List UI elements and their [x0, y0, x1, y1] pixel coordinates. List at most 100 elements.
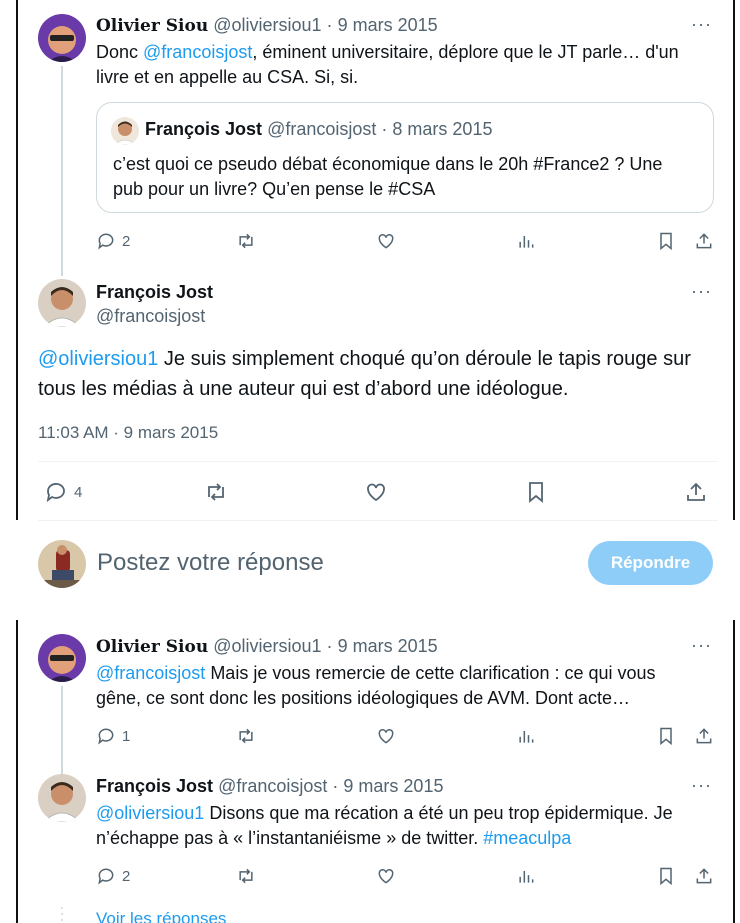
share-button[interactable] [694, 723, 714, 749]
bookmark-icon [660, 232, 672, 251]
views-button[interactable] [516, 723, 536, 749]
reply-submit-button[interactable]: Répondre [588, 541, 713, 585]
share-button[interactable] [694, 863, 714, 889]
like-button[interactable] [376, 228, 396, 254]
retweet-button[interactable] [236, 863, 256, 889]
author-handle[interactable]: @oliviersiou1 [213, 636, 321, 656]
quoted-tweet[interactable]: François Jost @francoisjost · 8 mars 201… [96, 102, 714, 213]
tweet-header: Olivier Siou @oliviersiou1 · 9 mars 2015 [96, 15, 438, 36]
bookmark-button[interactable] [656, 228, 676, 254]
views-icon [519, 871, 534, 883]
thread-line [61, 66, 63, 276]
quote-author-handle: @francoisjost [267, 119, 377, 139]
mention-link[interactable]: @oliviersiou1 [38, 348, 158, 370]
more-options-button[interactable]: ··· [691, 635, 712, 656]
author-name[interactable]: Olivier Siou [96, 637, 208, 657]
tweet-text: @oliviersiou1 Disons que ma récation a é… [96, 801, 716, 851]
quote-date: 8 mars 2015 [392, 119, 493, 139]
mention-link[interactable]: @francoisjost [96, 663, 205, 683]
reply-icon [98, 728, 114, 745]
tweet-text: Donc @francoisjost, éminent universitair… [96, 40, 716, 90]
divider [38, 461, 718, 462]
quote-author-name: François Jost [145, 119, 263, 139]
avatar-francois[interactable] [38, 774, 86, 822]
window-border-right [733, 0, 735, 923]
retweet-button[interactable] [204, 479, 228, 505]
bookmark-button[interactable] [524, 479, 548, 505]
more-replies-dots [61, 907, 63, 921]
avatar-olivier[interactable] [38, 634, 86, 682]
reply-count: 2 [122, 232, 131, 250]
reply-count: 4 [74, 483, 83, 501]
tweet-date[interactable]: 9 mars 2015 [338, 15, 438, 35]
bookmark-icon [660, 727, 672, 746]
text-segment: tous les médias à une auteur qui est d’a… [38, 378, 569, 400]
reply-icon [46, 483, 65, 503]
like-button[interactable] [376, 863, 396, 889]
avatar-olivier[interactable] [38, 14, 86, 62]
tweet-date[interactable]: 9 mars 2015 [343, 776, 443, 796]
retweet-button[interactable] [236, 228, 256, 254]
author-handle[interactable]: @oliviersiou1 [213, 15, 321, 35]
text-segment: Donc [96, 42, 144, 62]
author-name[interactable]: François Jost [96, 282, 213, 302]
author-name[interactable]: François Jost [96, 776, 213, 796]
tweet-actions: 1 [96, 723, 718, 749]
retweet-button[interactable] [236, 723, 256, 749]
divider [38, 520, 718, 521]
retweet-icon [239, 233, 253, 249]
quote-text: c’est quoi ce pseudo débat économique da… [113, 152, 703, 202]
reply-button[interactable]: 2 [96, 228, 130, 254]
separator: · [381, 119, 388, 139]
views-button[interactable] [516, 863, 536, 889]
like-button[interactable] [364, 479, 388, 505]
window-border-left [16, 0, 18, 923]
retweet-icon [239, 728, 253, 744]
more-options-button[interactable]: ··· [691, 281, 712, 302]
views-button[interactable] [516, 228, 536, 254]
share-icon [696, 868, 712, 884]
text-segment: Disons que ma récation a été un peu trop… [204, 803, 673, 823]
more-options-button[interactable]: ··· [691, 14, 712, 35]
share-button[interactable] [684, 479, 708, 505]
author-handle[interactable]: @francoisjost [218, 776, 327, 796]
share-icon [696, 233, 712, 249]
separator: · [326, 636, 333, 656]
retweet-icon [208, 483, 224, 501]
share-button[interactable] [694, 228, 714, 254]
reply-icon [98, 868, 114, 885]
like-icon [378, 233, 394, 249]
mention-link[interactable]: @francoisjost [143, 42, 252, 62]
more-options-button[interactable]: ··· [691, 775, 712, 796]
like-button[interactable] [376, 723, 396, 749]
share-icon [687, 482, 705, 501]
reply-button[interactable]: 2 [96, 863, 130, 889]
bookmark-icon [529, 482, 543, 503]
hashtag-link[interactable]: #meaculpa [483, 828, 571, 848]
see-replies-link[interactable]: Voir les réponses [96, 909, 226, 923]
bookmark-button[interactable] [656, 723, 676, 749]
reply-input[interactable]: Postez votre réponse [97, 549, 324, 577]
bookmark-button[interactable] [656, 863, 676, 889]
tweet-timestamp[interactable]: 11:03 AM · 9 mars 2015 [38, 423, 218, 443]
author-handle[interactable]: @francoisjost [96, 306, 205, 327]
author-name[interactable]: Olivier Siou [96, 16, 208, 36]
reply-button[interactable]: 4 [44, 479, 82, 505]
tweet-text: @oliviersiou1 Je suis simplement choqué … [38, 344, 718, 404]
mention-link[interactable]: @oliviersiou1 [96, 803, 204, 823]
views-icon [519, 731, 534, 743]
thread-line [61, 686, 63, 774]
tweet-actions: 4 [38, 478, 718, 506]
text-segment: gêne, ce sont donc les positions idéolog… [96, 688, 630, 708]
separator: · [326, 15, 333, 35]
avatar-francois[interactable] [38, 279, 86, 327]
reply-count: 1 [122, 727, 131, 745]
avatar-current-user [38, 540, 86, 588]
reply-icon [98, 233, 114, 250]
text-segment: Mais je vous remercie de cette clarifica… [205, 663, 656, 683]
avatar-francois-small [111, 117, 139, 145]
like-icon [378, 728, 394, 744]
tweet-date[interactable]: 9 mars 2015 [338, 636, 438, 656]
tweet-actions: 2 [96, 228, 718, 254]
reply-button[interactable]: 1 [96, 723, 130, 749]
